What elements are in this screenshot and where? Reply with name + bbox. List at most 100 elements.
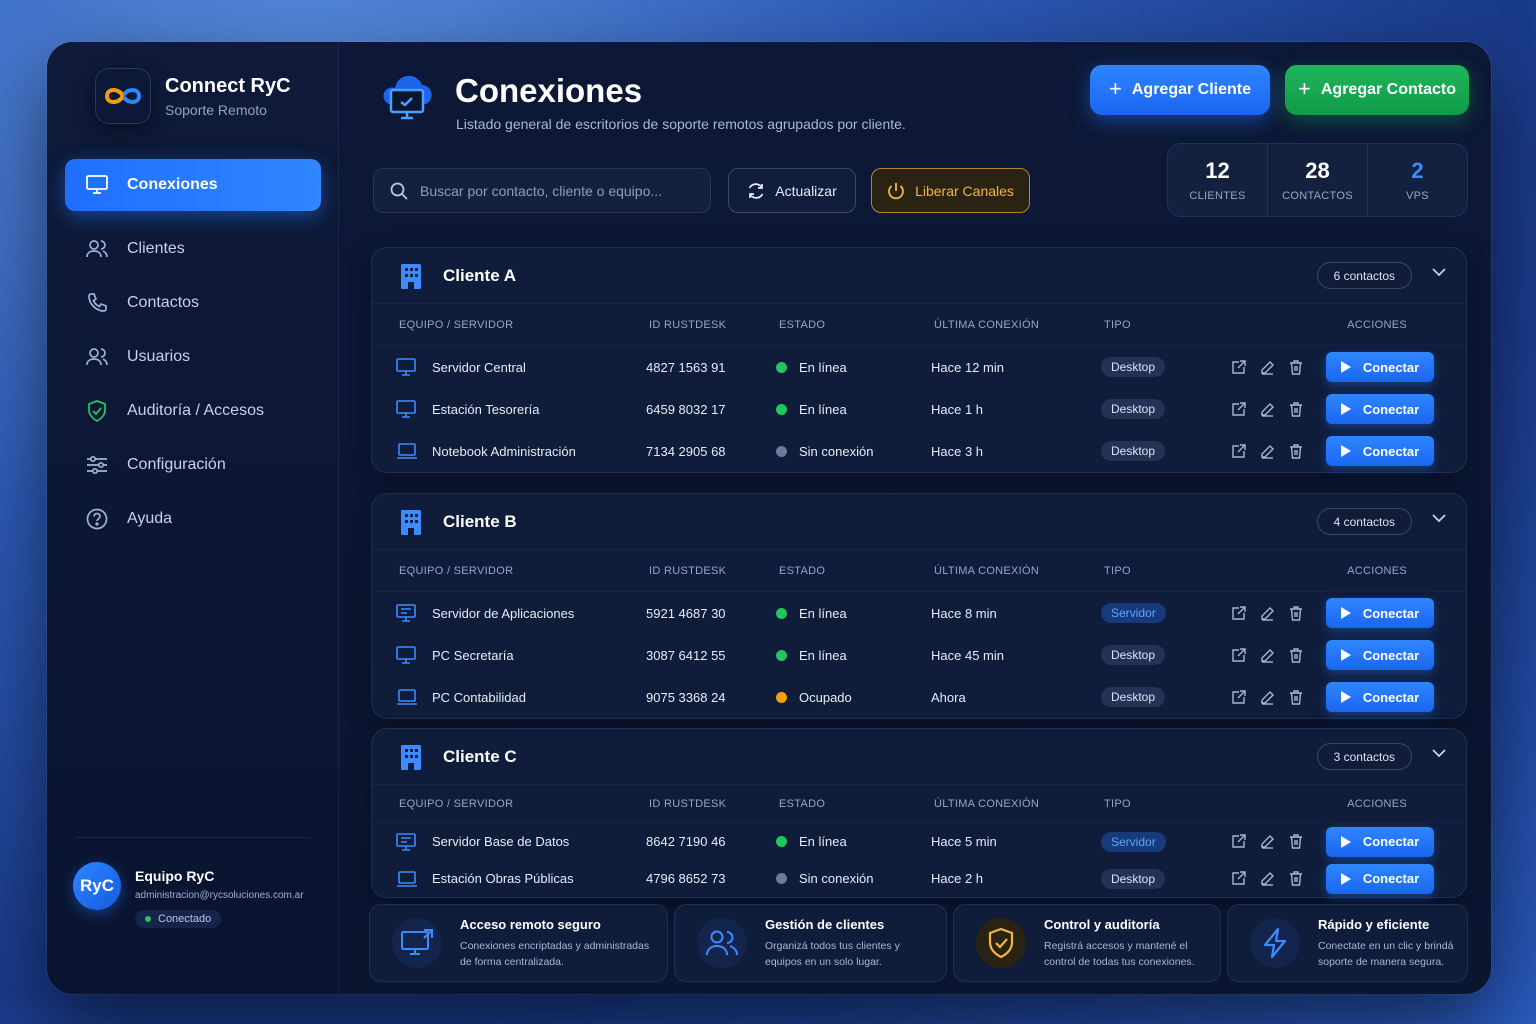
users-icon: [85, 237, 109, 261]
connect-button[interactable]: Conectar: [1326, 640, 1434, 670]
user-profile[interactable]: RyC Equipo RyC administracion@rycsolucio…: [73, 862, 304, 928]
chevron-down-icon[interactable]: [1432, 513, 1446, 523]
client-card-header[interactable]: Cliente A 6 contactos: [372, 248, 1466, 304]
add-client-label: Agregar Cliente: [1131, 81, 1251, 98]
open-external-icon[interactable]: [1231, 443, 1246, 459]
edit-icon[interactable]: [1260, 444, 1275, 459]
play-icon: [1340, 607, 1351, 619]
trash-icon[interactable]: [1289, 605, 1304, 621]
status-label: En línea: [799, 401, 847, 417]
trash-icon[interactable]: [1289, 871, 1304, 886]
feature-desc: Registrá accesos y mantené el control de…: [1044, 939, 1195, 968]
chevron-down-icon[interactable]: [1432, 748, 1446, 758]
add-client-button[interactable]: + Agregar Cliente: [1090, 65, 1270, 115]
refresh-icon: [747, 182, 765, 200]
rows-container: Servidor Central 4827 1563 91 En línea Hace…: [372, 346, 1466, 472]
client-card-c: Cliente C 3 contactos EQUIPO / SERVIDOR …: [371, 728, 1467, 898]
column-header: ÚLTIMA CONEXIÓN: [934, 318, 1040, 331]
status-label: Sin conexión: [799, 871, 874, 886]
connect-button[interactable]: Conectar: [1326, 863, 1434, 894]
sidebar: Connect RyC Soporte Remoto Conexiones Cl…: [47, 42, 339, 994]
last-connection: Hace 1 h: [931, 401, 984, 417]
chevron-down-icon[interactable]: [1432, 267, 1446, 277]
add-contact-button[interactable]: + Agregar Contacto: [1285, 65, 1469, 115]
feature-title: Rápido y eficiente: [1318, 916, 1430, 932]
sidebar-item-auditoria[interactable]: Auditoría / Accesos: [65, 385, 321, 437]
edit-icon[interactable]: [1260, 606, 1275, 621]
trash-icon[interactable]: [1289, 443, 1304, 459]
edit-icon[interactable]: [1260, 648, 1275, 663]
status-dot: [776, 403, 787, 415]
sidebar-item-clientes[interactable]: Clientes: [65, 223, 321, 275]
sidebar-item-conexiones[interactable]: Conexiones: [65, 159, 321, 211]
column-header: ID RUSTDESK: [649, 797, 727, 810]
column-header: EQUIPO / SERVIDOR: [399, 797, 514, 810]
edit-icon[interactable]: [1260, 360, 1275, 375]
phone-icon: [85, 291, 109, 315]
sidebar-item-ayuda[interactable]: Ayuda: [65, 493, 321, 545]
stat-vps: 2 VPS: [1368, 144, 1467, 216]
status-label: En línea: [799, 834, 847, 849]
status-dot: [776, 361, 787, 373]
edit-icon[interactable]: [1260, 402, 1275, 417]
last-connection: Hace 45 min: [931, 647, 1004, 663]
client-card-header[interactable]: Cliente B 4 contactos: [372, 494, 1466, 550]
open-external-icon[interactable]: [1231, 689, 1246, 705]
connect-button[interactable]: Conectar: [1326, 682, 1434, 712]
server-icon: [396, 604, 418, 622]
refresh-button[interactable]: Actualizar: [728, 168, 856, 213]
sidebar-item-usuarios[interactable]: Usuarios: [65, 331, 321, 383]
user-group-icon: [85, 345, 109, 369]
connect-label: Conectar: [1362, 871, 1420, 886]
connect-label: Conectar: [1362, 359, 1420, 375]
play-icon: [1340, 691, 1351, 703]
open-external-icon[interactable]: [1231, 647, 1246, 663]
play-icon: [1340, 872, 1351, 885]
stat-value: 12: [1205, 158, 1230, 183]
status-dot: [776, 691, 787, 703]
connect-button[interactable]: Conectar: [1326, 598, 1434, 628]
trash-icon[interactable]: [1289, 359, 1304, 375]
search-input[interactable]: [420, 182, 700, 199]
open-external-icon[interactable]: [1231, 834, 1246, 849]
building-icon: [399, 262, 423, 290]
open-external-icon[interactable]: [1231, 605, 1246, 621]
rows-container: Servidor Base de Datos 8642 7190 46 En lín…: [372, 823, 1466, 897]
connect-button[interactable]: Conectar: [1326, 826, 1434, 857]
open-external-icon[interactable]: [1231, 359, 1246, 375]
open-external-icon[interactable]: [1231, 401, 1246, 417]
edit-icon[interactable]: [1260, 690, 1275, 705]
sliders-icon: [85, 453, 109, 477]
column-header: ESTADO: [779, 797, 826, 810]
app-subtitle: Soporte Remoto: [165, 101, 267, 118]
shield-check-icon: [976, 918, 1026, 968]
trash-icon[interactable]: [1289, 401, 1304, 417]
column-header: ESTADO: [779, 318, 826, 331]
trash-icon[interactable]: [1289, 647, 1304, 663]
client-card-header[interactable]: Cliente C 3 contactos: [372, 729, 1466, 785]
column-header: TIPO: [1104, 564, 1131, 577]
edit-icon[interactable]: [1260, 834, 1275, 849]
play-icon: [1340, 649, 1351, 661]
edit-icon[interactable]: [1260, 871, 1275, 886]
sidebar-item-contactos[interactable]: Contactos: [65, 277, 321, 329]
connect-label: Conectar: [1362, 689, 1420, 705]
rustdesk-id: 4827 1563 91: [646, 359, 726, 375]
status-label: Conectado: [158, 913, 212, 925]
trash-icon[interactable]: [1289, 689, 1304, 705]
free-channels-button[interactable]: Liberar Canales: [871, 168, 1030, 213]
client-name: Cliente B: [443, 511, 517, 531]
connect-button[interactable]: Conectar: [1326, 436, 1434, 466]
trash-icon[interactable]: [1289, 834, 1304, 849]
feature-desc: Conexiones encriptadas y administradas d…: [460, 939, 650, 968]
connect-button[interactable]: Conectar: [1326, 352, 1434, 382]
stat-clients: 12 CLIENTES: [1168, 144, 1268, 216]
open-external-icon[interactable]: [1231, 871, 1246, 886]
connect-button[interactable]: Conectar: [1326, 394, 1434, 424]
last-connection: Hace 3 h: [931, 443, 984, 459]
sidebar-item-configuracion[interactable]: Configuración: [65, 439, 321, 491]
sidebar-item-label: Ayuda: [127, 510, 173, 527]
status-label: En línea: [799, 605, 847, 621]
sidebar-nav: Conexiones Clientes Contactos Usuarios A…: [65, 159, 321, 547]
lightning-icon: [1250, 918, 1300, 968]
